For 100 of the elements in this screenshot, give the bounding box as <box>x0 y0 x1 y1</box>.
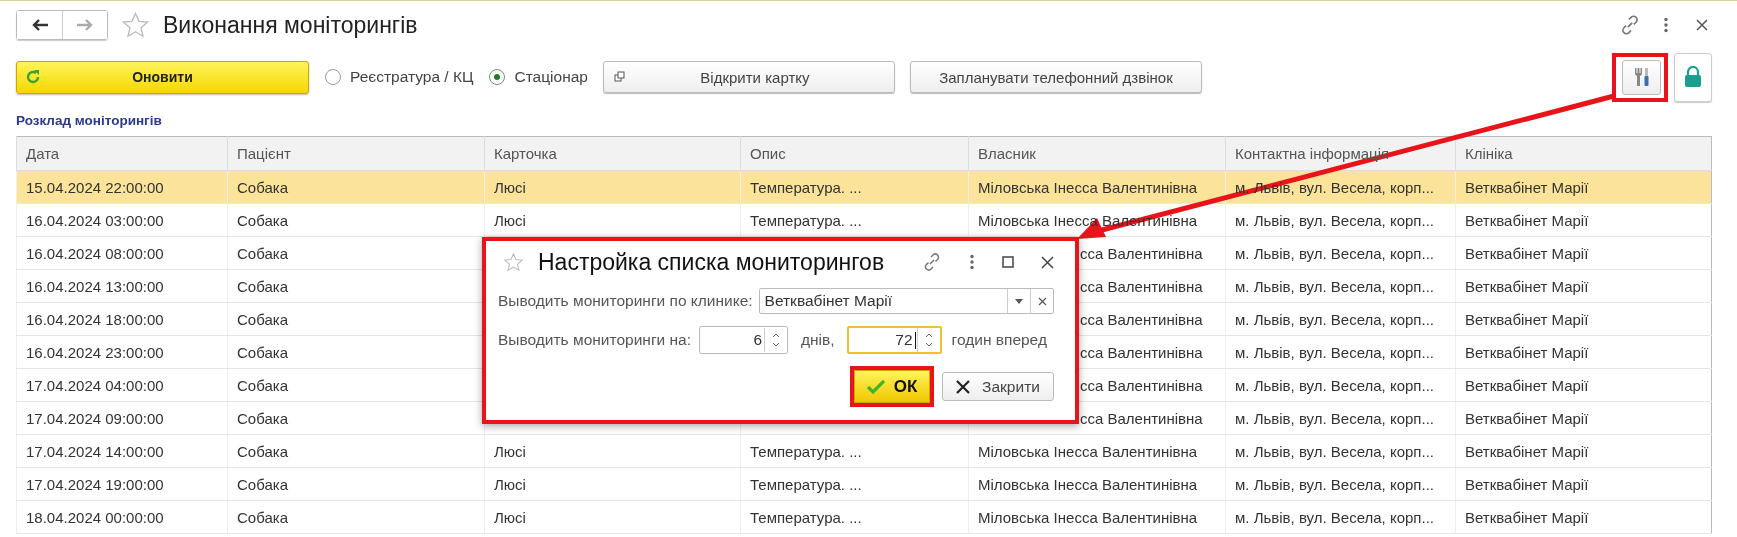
close-icon[interactable] <box>1696 19 1708 31</box>
table-cell: Собака <box>237 508 288 526</box>
number-field[interactable]: 6 <box>699 326 788 354</box>
table-cell: 16.04.2024 03:00:00 <box>26 211 164 229</box>
table-cell: Ветквабінет Марії <box>1465 409 1589 427</box>
table-cell: Собака <box>237 409 288 427</box>
table-cell: Собака <box>237 244 288 262</box>
table-cell: Міловська Інесса Валентинівна <box>978 508 1198 526</box>
column-header[interactable]: Карточка <box>494 145 557 162</box>
column-header[interactable]: Опис <box>750 145 786 162</box>
clear-icon[interactable] <box>1037 296 1047 306</box>
table-cell: 16.04.2024 08:00:00 <box>26 244 164 262</box>
back-button[interactable] <box>17 11 62 39</box>
section-title: Розклад моніторингів <box>16 112 163 130</box>
star-icon[interactable] <box>121 10 150 40</box>
table-cell: Собака <box>237 442 288 460</box>
dialog-title: Настройка списка мониторингов <box>538 248 885 276</box>
table-cell: Температура. ... <box>750 475 862 493</box>
radio-button[interactable] <box>325 69 341 85</box>
refresh-icon <box>25 69 41 85</box>
table-cell: Ветквабінет Марії <box>1465 244 1589 262</box>
dropdown-icon[interactable] <box>1015 298 1023 304</box>
table-cell: Температура. ... <box>750 442 862 460</box>
more-icon[interactable] <box>1663 17 1669 33</box>
check-icon <box>866 379 885 394</box>
table-cell: сса Валентинівна <box>1080 244 1203 262</box>
table-cell: Люсі <box>494 442 526 460</box>
table-cell: Люсі <box>494 178 526 196</box>
table-cell: Ветквабінет Марії <box>1465 442 1589 460</box>
number-field[interactable]: 72 <box>846 326 942 354</box>
table-cell: Собака <box>237 376 288 394</box>
table-cell: Люсі <box>494 508 526 526</box>
table-cell: Температура. ... <box>750 508 862 526</box>
close-icon[interactable] <box>1041 255 1054 269</box>
table-cell: Ветквабінет Марії <box>1465 343 1589 361</box>
table-row[interactable]: 18.04.2024 00:00:00 Собака Люсі Температура. ... Міловська Інесса Валентинівна м. Львів, вул. Весела, корп... Ветквабінет Марії <box>16 500 1712 534</box>
table-cell: м. Львів, вул. Весела, корп... <box>1235 475 1434 493</box>
table-cell: 17.04.2024 14:00:00 <box>26 442 164 460</box>
table-cell: Собака <box>237 178 288 196</box>
table-cell: сса Валентинівна <box>1080 277 1203 295</box>
radio-button[interactable] <box>489 69 506 85</box>
table-cell: Температура. ... <box>750 211 862 229</box>
table-cell: Ветквабінет Марії <box>1465 277 1589 295</box>
table-cell: 17.04.2024 09:00:00 <box>26 409 164 427</box>
table-cell: 17.04.2024 04:00:00 <box>26 376 164 394</box>
refresh-button[interactable]: Оновити <box>16 60 309 94</box>
table-cell: 18.04.2024 00:00:00 <box>26 508 164 526</box>
table-cell: сса Валентинівна <box>1080 376 1203 394</box>
table-cell: 15.04.2024 22:00:00 <box>26 178 164 196</box>
window-title: Виконання моніторингів <box>163 11 418 39</box>
star-icon[interactable] <box>503 251 524 273</box>
settings-button[interactable] <box>1622 59 1661 95</box>
table-cell: Люсі <box>494 211 526 229</box>
table-cell: м. Львів, вул. Весела, корп... <box>1235 277 1434 295</box>
table-cell: 17.04.2024 19:00:00 <box>26 475 164 493</box>
table-cell: Міловська Інесса Валентинівна <box>978 178 1198 196</box>
table-cell: Ветквабінет Марії <box>1465 211 1589 229</box>
schedule-call-button[interactable]: Запланувати телефонний дзвінок <box>909 61 1202 93</box>
ok-button[interactable]: ОК <box>854 370 930 403</box>
table-cell: Люсі <box>494 475 526 493</box>
table-cell: м. Львів, вул. Весела, корп... <box>1235 343 1434 361</box>
column-header[interactable]: Власник <box>978 145 1036 162</box>
table-cell: Міловська Інесса Валентинівна <box>978 442 1198 460</box>
windows-icon <box>613 71 626 83</box>
table-cell: м. Львів, вул. Весела, корп... <box>1235 211 1434 229</box>
field-label: Выводить мониторинги по клинике: <box>498 292 753 310</box>
table-cell: 16.04.2024 13:00:00 <box>26 277 164 295</box>
highlight-frame <box>1612 53 1668 102</box>
column-header[interactable]: Клініка <box>1465 145 1513 162</box>
table-cell: сса Валентинівна <box>1080 310 1203 328</box>
table-row[interactable]: 17.04.2024 14:00:00 Собака Люсі Температура. ... Міловська Інесса Валентинівна м. Львів, вул. Весела, корп... Ветквабінет Марії <box>16 434 1712 468</box>
table-cell: Собака <box>237 475 288 493</box>
table-cell: Собака <box>237 310 288 328</box>
lock-button[interactable] <box>1674 52 1712 102</box>
close-button[interactable]: Закрити <box>942 372 1054 401</box>
link-icon[interactable] <box>1619 14 1641 36</box>
more-icon[interactable] <box>969 254 975 270</box>
spinner-icon[interactable] <box>772 331 780 349</box>
open-card-button[interactable]: Відкрити картку <box>602 61 895 93</box>
left-arrow-icon <box>30 18 49 32</box>
table-cell: сса Валентинівна <box>1080 409 1203 427</box>
column-header[interactable]: Дата <box>26 145 60 162</box>
lock-icon <box>1684 66 1702 88</box>
link-icon[interactable] <box>922 252 942 272</box>
table-cell: Собака <box>237 343 288 361</box>
table-cell: м. Львів, вул. Весела, корп... <box>1235 310 1434 328</box>
table-cell: сса Валентинівна <box>1080 343 1203 361</box>
table-cell: м. Львів, вул. Весела, корп... <box>1235 376 1434 394</box>
spinner-icon[interactable] <box>924 331 933 349</box>
table-cell: Ветквабінет Марії <box>1465 475 1589 493</box>
clinic-field[interactable]: Ветквабінет Марії <box>758 288 1054 314</box>
table-row[interactable]: 17.04.2024 19:00:00 Собака Люсі Температура. ... Міловська Інесса Валентинівна м. Львів, вул. Весела, корп... Ветквабінет Марії <box>16 467 1712 501</box>
radio-label[interactable]: Стаціонар <box>514 68 588 86</box>
close-icon <box>956 379 971 394</box>
table-cell: Собака <box>237 211 288 229</box>
column-header[interactable]: Пацієнт <box>237 145 291 162</box>
maximize-icon[interactable] <box>1002 256 1014 268</box>
table-cell: м. Львів, вул. Весела, корп... <box>1235 244 1434 262</box>
table-cell: Ветквабінет Марії <box>1465 310 1589 328</box>
radio-label[interactable]: Реєстратура / КЦ <box>350 68 474 86</box>
